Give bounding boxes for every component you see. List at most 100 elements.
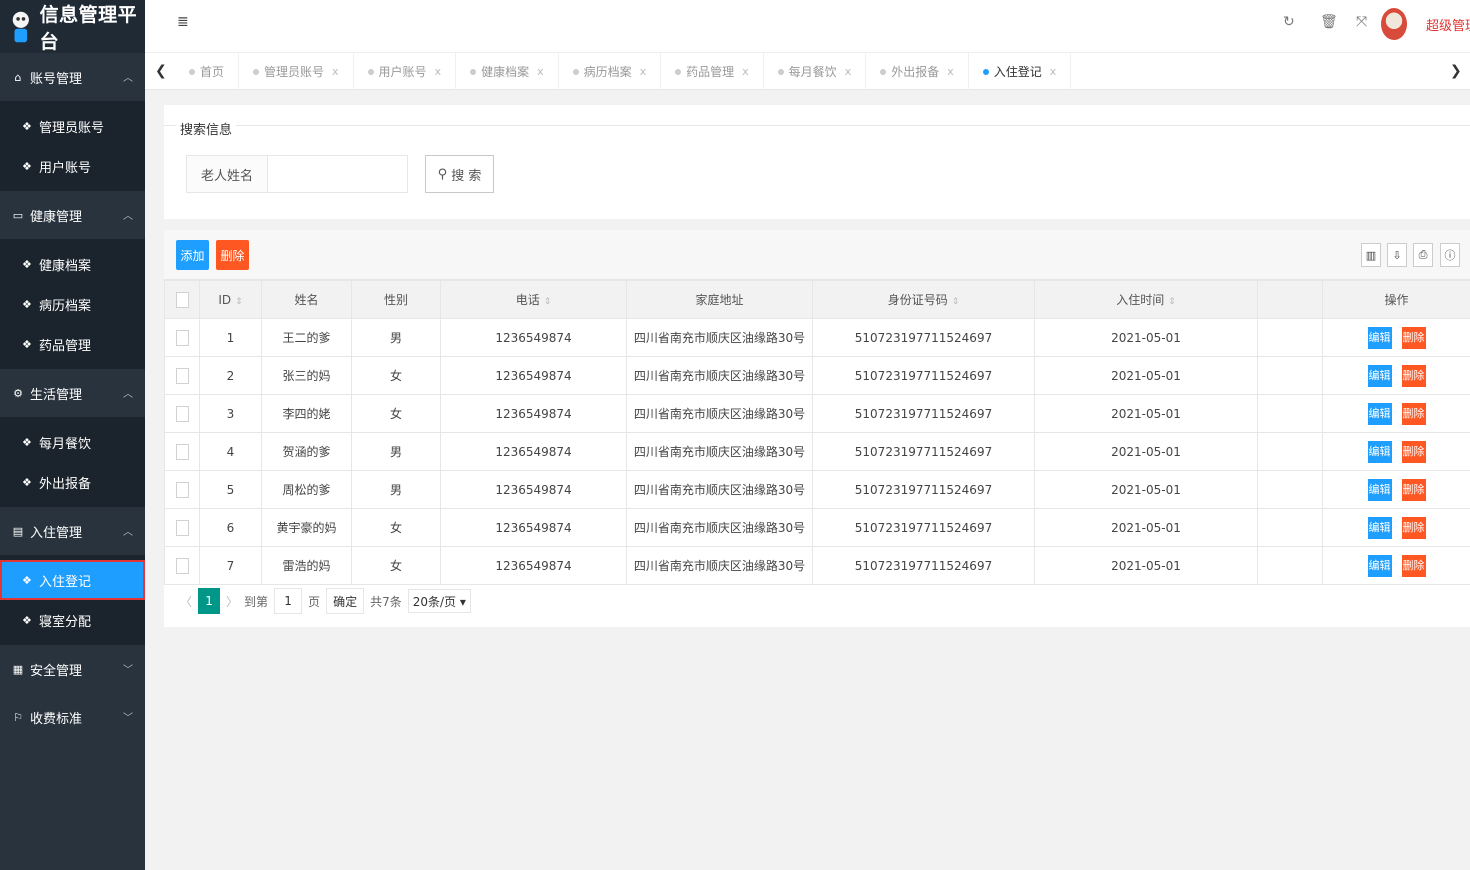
row-checkbox[interactable]: [175, 329, 189, 346]
cell-idcard: 510723197711524697: [812, 508, 1035, 547]
sidebar-group-5[interactable]: ⚐ 收费标准 ﹀: [0, 693, 145, 741]
delete-button[interactable]: 删除: [1401, 326, 1426, 349]
row-checkbox[interactable]: [175, 481, 189, 498]
info-icon[interactable]: ⓘ: [1440, 243, 1460, 267]
sidebar-item-2-1[interactable]: ❖ 外出报备: [0, 462, 145, 502]
col-id[interactable]: ID ⇕: [199, 280, 262, 319]
sidebar-item-1-2[interactable]: ❖ 药品管理: [0, 324, 145, 364]
sort-icon[interactable]: ⇕: [952, 297, 960, 307]
pager-goto-input[interactable]: 1: [274, 588, 303, 614]
select-all-checkbox[interactable]: [175, 291, 189, 308]
tab-8[interactable]: 入住登记 x: [969, 53, 1072, 90]
delete-button[interactable]: 删除: [1401, 478, 1426, 501]
export-icon[interactable]: ⇩: [1387, 243, 1407, 267]
tab-6[interactable]: 每月餐饮 x: [764, 53, 867, 90]
sidebar-item-label: 每月餐饮: [39, 436, 92, 452]
tab-2[interactable]: 用户账号 x: [354, 53, 457, 90]
row-checkbox[interactable]: [175, 367, 189, 384]
sidebar-item-1-0[interactable]: ❖ 健康档案: [0, 244, 145, 284]
pager-prev-icon[interactable]: 〈: [180, 593, 192, 610]
cell-phone: 1236549874: [440, 432, 627, 471]
sidebar-group-1[interactable]: ▭ 健康管理 ︿: [0, 191, 145, 239]
delete-button[interactable]: 删除: [1401, 402, 1426, 425]
delete-button[interactable]: 删除: [1401, 440, 1426, 463]
pager-confirm-button[interactable]: 确定: [326, 588, 365, 614]
tabs-prev-icon[interactable]: ❮: [155, 63, 167, 79]
trash-icon[interactable]: 🗑: [1320, 14, 1338, 30]
sidebar-group-3[interactable]: ▤ 入住管理 ︿: [0, 507, 145, 555]
page-size-select[interactable]: 20条/页 ▾: [407, 589, 471, 613]
col-idcard[interactable]: 身份证号码 ⇕: [812, 280, 1035, 319]
sidebar-item-3-1[interactable]: ❖ 寝室分配: [0, 600, 145, 640]
search-input[interactable]: [268, 155, 408, 193]
refresh-icon[interactable]: ↻: [1283, 14, 1295, 30]
edit-button[interactable]: 编辑: [1367, 440, 1392, 463]
close-icon[interactable]: x: [742, 65, 749, 78]
delete-button[interactable]: 删除: [1401, 364, 1426, 387]
sidebar-item-2-0[interactable]: ❖ 每月餐饮: [0, 422, 145, 462]
edit-button[interactable]: 编辑: [1367, 554, 1392, 577]
pager-current-page[interactable]: 1: [198, 588, 221, 614]
sort-icon[interactable]: ⇕: [544, 297, 552, 307]
edit-button[interactable]: 编辑: [1367, 402, 1392, 425]
pager-total: 共7条: [370, 594, 402, 609]
row-checkbox[interactable]: [175, 443, 189, 460]
sidebar-item-3-0[interactable]: ❖ 入住登记: [0, 560, 145, 600]
search-button[interactable]: ⚲ 搜 索: [425, 155, 494, 193]
fullscreen-icon[interactable]: ⤧: [1356, 14, 1367, 30]
close-icon[interactable]: x: [845, 65, 852, 78]
delete-button[interactable]: 删除: [1401, 554, 1426, 577]
sidebar-group-4[interactable]: ▦ 安全管理 ﹀: [0, 645, 145, 693]
col-checkin-date[interactable]: 入住时间 ⇕: [1034, 280, 1258, 319]
close-icon[interactable]: x: [1050, 65, 1057, 78]
sidebar-group-label: 安全管理: [30, 663, 83, 679]
sidebar-group-2[interactable]: ⚙ 生活管理 ︿: [0, 369, 145, 417]
edit-button[interactable]: 编辑: [1367, 364, 1392, 387]
delete-button[interactable]: 删除: [1401, 516, 1426, 539]
edit-button[interactable]: 编辑: [1367, 478, 1392, 501]
home-icon: ⌂: [14, 70, 22, 84]
sidebar-item-0-1[interactable]: ❖ 用户账号: [0, 146, 145, 186]
search-button-label: 搜 索: [451, 168, 482, 184]
close-icon[interactable]: x: [435, 65, 442, 78]
tabs-next-icon[interactable]: ❯: [1450, 63, 1462, 79]
tab-7[interactable]: 外出报备 x: [866, 53, 969, 90]
cogs-icon: ⚙: [13, 386, 23, 400]
close-icon[interactable]: x: [332, 65, 339, 78]
menu-toggle-icon[interactable]: ≣: [177, 14, 189, 30]
cell-name: 李四的姥: [261, 394, 352, 433]
username[interactable]: 超级管理: [1426, 15, 1470, 34]
sidebar-item-0-0[interactable]: ❖ 管理员账号: [0, 106, 145, 146]
close-icon[interactable]: x: [947, 65, 954, 78]
cell-sex: 女: [351, 546, 441, 585]
table-card: 添加 删除 ▥ ⇩ ⎙ ⓘ ID ⇕ 姓名 性别 电话 ⇕ 家庭地址 身份证号码…: [164, 230, 1470, 627]
cell-sex: 女: [351, 508, 441, 547]
sort-icon[interactable]: ⇕: [1168, 297, 1176, 307]
tab-1[interactable]: 管理员账号 x: [239, 53, 354, 90]
cell-actions: 编辑 删除: [1322, 470, 1470, 509]
row-checkbox[interactable]: [175, 405, 189, 422]
batch-delete-button[interactable]: 删除: [216, 240, 249, 270]
tab-4[interactable]: 病历档案 x: [559, 53, 662, 90]
sidebar-group-label: 生活管理: [30, 387, 83, 403]
chevron-up-icon: ︿: [123, 211, 133, 222]
tab-3[interactable]: 健康档案 x: [456, 53, 559, 90]
sort-icon[interactable]: ⇕: [235, 297, 243, 307]
sidebar-item-label: 健康档案: [39, 258, 92, 274]
close-icon[interactable]: x: [537, 65, 544, 78]
columns-filter-icon[interactable]: ▥: [1361, 243, 1381, 267]
edit-button[interactable]: 编辑: [1367, 516, 1392, 539]
row-checkbox[interactable]: [175, 557, 189, 574]
close-icon[interactable]: x: [640, 65, 647, 78]
col-phone[interactable]: 电话 ⇕: [440, 280, 627, 319]
add-button[interactable]: 添加: [176, 240, 209, 270]
tab-5[interactable]: 药品管理 x: [661, 53, 764, 90]
sidebar-group-0[interactable]: ⌂ 账号管理 ︿: [0, 53, 145, 101]
sidebar-item-1-1[interactable]: ❖ 病历档案: [0, 284, 145, 324]
row-checkbox[interactable]: [175, 519, 189, 536]
edit-button[interactable]: 编辑: [1367, 326, 1392, 349]
avatar[interactable]: [1381, 8, 1407, 40]
print-icon[interactable]: ⎙: [1413, 243, 1433, 267]
tab-0[interactable]: 首页: [175, 53, 240, 90]
pager-next-icon[interactable]: 〉: [226, 593, 238, 610]
